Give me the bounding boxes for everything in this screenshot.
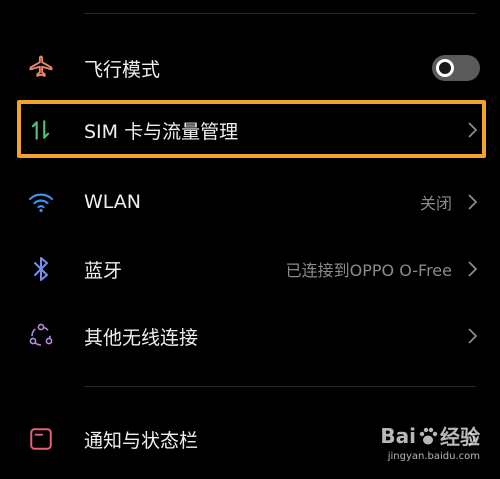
sim-data-label: SIM 卡与流量管理 <box>84 120 239 143</box>
notification-label: 通知与状态栏 <box>84 429 199 452</box>
wlan-status: 关闭 <box>419 194 452 213</box>
watermark-brand-left: Bai <box>380 423 416 448</box>
chevron-right-icon <box>462 192 482 212</box>
bluetooth-label: 蓝牙 <box>84 259 123 282</box>
bluetooth-row[interactable]: 蓝牙 已连接到OPPO O-Free <box>0 243 500 295</box>
toggle-knob <box>436 59 454 77</box>
other-wireless-label: 其他无线连接 <box>84 326 199 349</box>
paw-icon <box>419 427 438 444</box>
chevron-right-icon <box>462 259 482 279</box>
airplane-mode-label: 飞行模式 <box>84 58 161 81</box>
sim-data-icon <box>26 115 56 145</box>
wireless-connections-icon <box>26 321 56 351</box>
airplane-mode-toggle[interactable] <box>432 55 480 81</box>
sim-data-row[interactable]: SIM 卡与流量管理 <box>0 104 500 156</box>
watermark-brand: Bai 经验 <box>380 421 480 450</box>
notification-icon <box>26 424 56 454</box>
bluetooth-icon <box>26 254 56 284</box>
other-wireless-row[interactable]: 其他无线连接 <box>0 310 500 362</box>
chevron-right-icon <box>462 326 482 346</box>
airplane-mode-row[interactable]: 飞行模式 <box>0 42 500 94</box>
baidu-watermark: Bai 经验 jingyan.baidu.com <box>360 421 480 471</box>
watermark-brand-right: 经验 <box>440 425 480 449</box>
divider-top <box>84 13 476 14</box>
wifi-icon <box>26 187 56 217</box>
wlan-row[interactable]: WLAN 关闭 <box>0 176 500 228</box>
bluetooth-status: 已连接到OPPO O-Free <box>285 261 452 280</box>
divider-section <box>84 386 476 387</box>
chevron-right-icon <box>462 120 482 140</box>
airplane-icon <box>26 53 56 83</box>
watermark-url: jingyan.baidu.com <box>387 451 480 462</box>
wlan-label: WLAN <box>84 191 142 213</box>
